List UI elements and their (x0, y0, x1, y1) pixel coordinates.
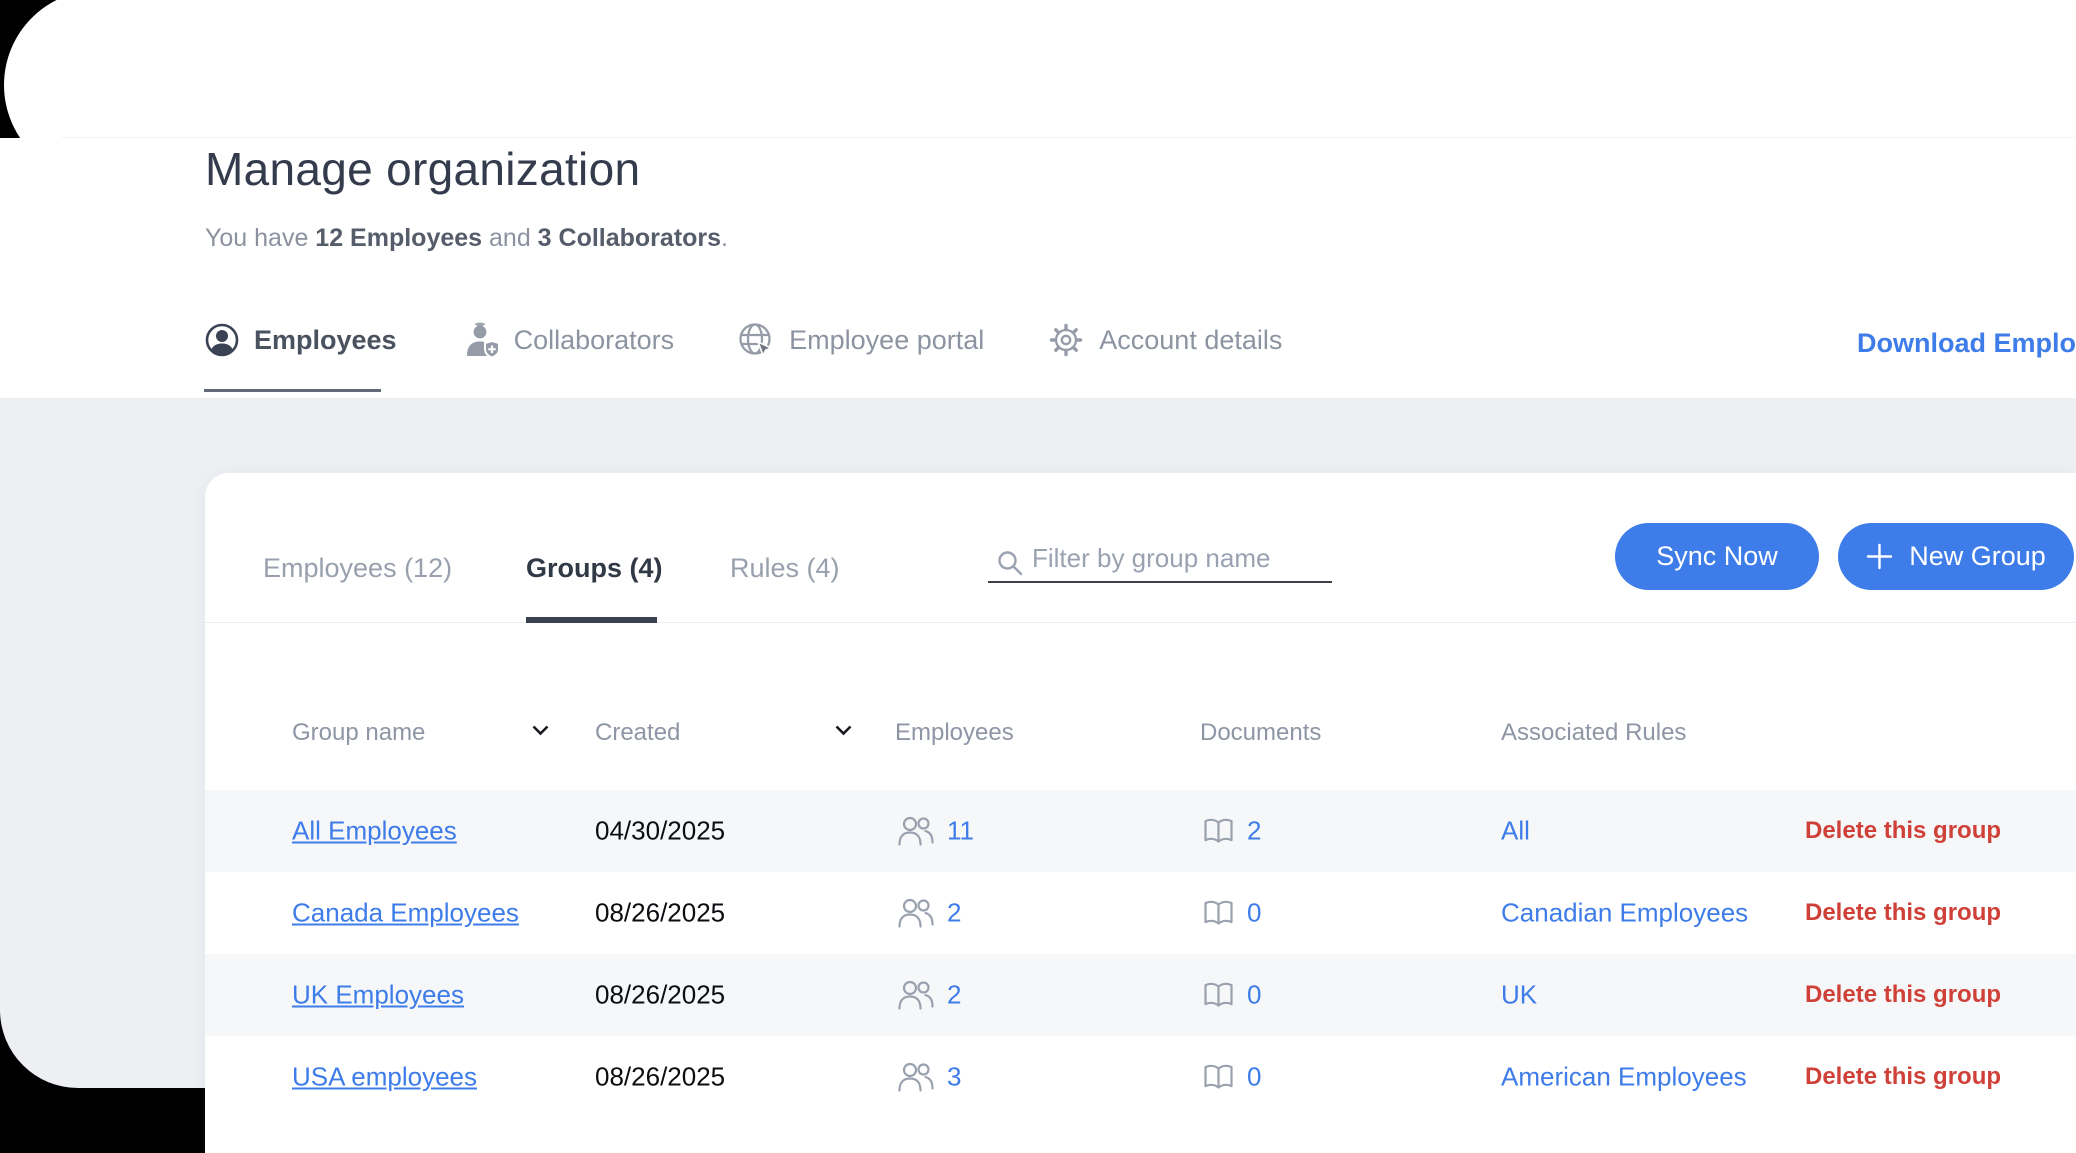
documents-count-link[interactable]: 0 (1247, 980, 1261, 1011)
tab-groups[interactable]: Groups (4) (526, 553, 663, 584)
filter-by-group-name-input[interactable] (988, 535, 1332, 583)
employees-cell: 2 (897, 980, 961, 1011)
table-row: UK Employees 08/26/2025 2 0 UK Delete th… (205, 954, 2076, 1036)
header-top-divider (62, 137, 2076, 138)
globe-cursor-icon (738, 322, 774, 358)
employees-cell: 11 (897, 816, 974, 847)
associated-rule-link[interactable]: All (1501, 816, 1530, 847)
chevron-down-icon[interactable] (532, 725, 549, 736)
tab-employees[interactable]: Employees (205, 323, 397, 357)
associated-rule-link[interactable]: UK (1501, 980, 1537, 1011)
people-icon (897, 816, 934, 847)
tab-rules[interactable]: Rules (4) (730, 553, 840, 584)
column-header-employees: Employees (895, 719, 1014, 747)
employees-count-link[interactable]: 2 (947, 898, 961, 929)
created-date: 08/26/2025 (595, 898, 725, 929)
delete-group-button[interactable]: Delete this group (1805, 899, 2001, 927)
page-title: Manage organization (205, 146, 640, 192)
employees-cell: 2 (897, 898, 961, 929)
person-shield-icon (461, 322, 499, 358)
active-inner-tab-underline (526, 617, 657, 623)
book-icon (1203, 1064, 1234, 1091)
employees-count-link[interactable]: 2 (947, 980, 961, 1011)
employees-count-link[interactable]: 11 (947, 816, 974, 847)
table-row: Canada Employees 08/26/2025 2 0 Canadian… (205, 872, 2076, 954)
groups-table: All Employees 04/30/2025 11 2 All Delete… (205, 790, 2076, 1118)
person-circle-icon (205, 323, 239, 357)
tab-employees-list[interactable]: Employees (12) (263, 553, 452, 584)
tab-collaborators[interactable]: Collaborators (461, 322, 675, 358)
tab-label: Employees (254, 325, 397, 356)
book-icon (1203, 900, 1234, 927)
book-icon (1203, 982, 1234, 1009)
active-tab-underline (204, 389, 381, 392)
tabs-divider (205, 622, 2076, 623)
delete-group-button[interactable]: Delete this group (1805, 981, 2001, 1009)
groups-card: Employees (12) Groups (4) Rules (4) Sync… (205, 473, 2076, 1153)
documents-cell: 2 (1203, 816, 1261, 847)
chevron-down-icon[interactable] (835, 725, 852, 736)
documents-cell: 0 (1203, 980, 1261, 1011)
column-header-associated-rules: Associated Rules (1501, 719, 1686, 747)
employees-count: 12 Employees (315, 224, 482, 252)
group-filter (988, 535, 1332, 585)
nav-tabs: Employees Collaborators (205, 316, 1282, 364)
page-subtitle: You have 12 Employees and 3 Collaborator… (205, 224, 728, 253)
tab-label: Employee portal (789, 325, 984, 356)
gear-icon (1048, 322, 1084, 358)
collaborators-count: 3 Collaborators (538, 224, 721, 252)
sync-now-button[interactable]: Sync Now (1615, 523, 1819, 590)
table-row: All Employees 04/30/2025 11 2 All Delete… (205, 790, 2076, 872)
associated-rule-link[interactable]: Canadian Employees (1501, 898, 1748, 929)
delete-group-button[interactable]: Delete this group (1805, 817, 2001, 845)
new-group-button[interactable]: New Group (1838, 523, 2074, 590)
table-row: USA employees 08/26/2025 3 0 American Em… (205, 1036, 2076, 1118)
documents-cell: 0 (1203, 898, 1261, 929)
group-name-link: Canada Employees (292, 898, 519, 929)
plus-icon (1866, 543, 1893, 570)
documents-count-link[interactable]: 2 (1247, 816, 1261, 847)
column-header-created: Created (595, 719, 680, 747)
delete-group-button[interactable]: Delete this group (1805, 1063, 2001, 1091)
book-icon (1203, 818, 1234, 845)
documents-count-link[interactable]: 0 (1247, 898, 1261, 929)
download-employees-link[interactable]: Download Employees (1857, 328, 2076, 359)
header-background-left (0, 138, 60, 398)
tab-account-details[interactable]: Account details (1048, 322, 1282, 358)
tab-label: Account details (1099, 325, 1282, 356)
group-name-link: All Employees (292, 816, 457, 847)
column-header-group-name: Group name (292, 719, 425, 747)
group-name-link: UK Employees (292, 980, 464, 1011)
tab-employee-portal[interactable]: Employee portal (738, 322, 984, 358)
people-icon (897, 980, 934, 1011)
created-date: 04/30/2025 (595, 816, 725, 847)
column-header-documents: Documents (1200, 719, 1321, 747)
tab-label: Collaborators (514, 325, 675, 356)
created-date: 08/26/2025 (595, 980, 725, 1011)
people-icon (897, 898, 934, 929)
